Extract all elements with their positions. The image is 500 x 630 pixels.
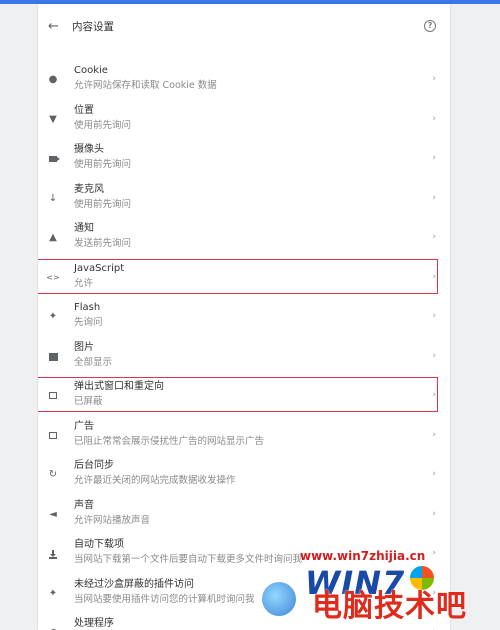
- chevron-right-icon: ›: [432, 429, 436, 440]
- cookie-icon: ●: [48, 74, 58, 85]
- chevron-right-icon: ›: [432, 153, 436, 163]
- settings-item-microphone[interactable]: ↓ 麦克风 使用前先询问 ›: [38, 179, 450, 219]
- settings-item-title: 自动下载项: [74, 539, 124, 550]
- puzzle-icon: ✦: [48, 311, 58, 322]
- chevron-right-icon: ›: [432, 390, 436, 400]
- settings-item-subtitle: 允许最近关闭的网站完成数据收发操作: [74, 475, 236, 486]
- settings-item-title: 麦克风: [74, 183, 104, 195]
- settings-item-javascript[interactable]: <> JavaScript 允许 ›: [38, 258, 450, 298]
- settings-item-title: 弹出式窗口和重定向: [74, 381, 164, 392]
- settings-item-subtitle: 使用前先询问: [74, 119, 132, 131]
- microphone-icon: ↓: [48, 192, 58, 204]
- chevron-right-icon: ›: [432, 469, 436, 479]
- settings-item-subtitle: 使用前先询问: [74, 159, 132, 170]
- chevron-right-icon: ›: [432, 113, 436, 124]
- settings-item-flash[interactable]: ✦ Flash 先询问 ›: [38, 297, 450, 337]
- settings-item-subtitle: 已阻止常常会展示侵扰性广告的网站显示广告: [74, 435, 265, 447]
- chevron-right-icon: ›: [432, 350, 436, 361]
- settings-item-subtitle: 当网站下载第一个文件后要自动下载更多文件时询问我: [74, 554, 303, 565]
- settings-item-title: 图片: [74, 341, 94, 353]
- settings-item-notifications[interactable]: ▲ 通知 发送前先询问 ›: [38, 218, 450, 258]
- chevron-right-icon: ›: [432, 192, 436, 203]
- arrow-left-icon[interactable]: ←: [48, 19, 59, 35]
- settings-item-title: 广告: [74, 420, 94, 432]
- chevron-right-icon: ›: [432, 232, 436, 242]
- settings-item-title: JavaScript: [74, 262, 125, 274]
- settings-item-title: 位置: [74, 104, 94, 116]
- ad-icon: [46, 429, 60, 443]
- settings-item-subtitle: 允许: [74, 277, 94, 289]
- code-icon: <>: [46, 272, 60, 282]
- settings-item-subtitle: 先询问: [74, 317, 103, 328]
- settings-item-subtitle: 允许网站保存和读取 Cookie 数据: [74, 80, 217, 91]
- windows-flag-icon: [410, 566, 434, 590]
- page-header: ← 内容设置 ?: [38, 4, 450, 48]
- bell-icon: ▲: [49, 232, 57, 243]
- handler-icon: [46, 626, 60, 630]
- chevron-right-icon: ›: [432, 508, 436, 519]
- settings-item-title: 未经过沙盒屏蔽的插件访问: [74, 578, 194, 590]
- location-icon: ▼: [49, 113, 57, 125]
- settings-item-title: 声音: [74, 499, 94, 511]
- watermark-url: www.win7zhijia.cn: [300, 549, 426, 563]
- settings-item-images[interactable]: 图片 全部显示 ›: [38, 337, 450, 377]
- image-icon: [46, 350, 60, 364]
- settings-item-background-sync[interactable]: ↻ 后台同步 允许最近关闭的网站完成数据收发操作 ›: [38, 455, 450, 495]
- open-in-new-icon: [46, 389, 60, 403]
- help-circle-icon[interactable]: ?: [424, 20, 436, 32]
- chevron-right-icon: ›: [432, 271, 436, 282]
- settings-item-title: 通知: [74, 223, 94, 234]
- settings-item-subtitle: 当网站要使用插件访问您的计算机时询问我: [74, 593, 255, 605]
- puzzle-icon: ✦: [48, 587, 58, 599]
- settings-item-location[interactable]: ▼ 位置 使用前先询问 ›: [38, 100, 450, 140]
- settings-item-ads[interactable]: 广告 已阻止常常会展示侵扰性广告的网站显示广告 ›: [38, 416, 450, 456]
- settings-item-subtitle: 允许网站播放声音: [74, 514, 151, 526]
- watermark-brand: 电脑技术吧: [312, 589, 467, 624]
- settings-item-popups[interactable]: 弹出式窗口和重定向 已屏蔽 ›: [38, 376, 450, 416]
- volume-icon: ◄: [49, 508, 57, 520]
- settings-item-sound[interactable]: ◄ 声音 允许网站播放声音 ›: [38, 495, 450, 535]
- settings-item-title: 处理程序: [74, 618, 114, 629]
- settings-item-camera[interactable]: 摄像头 使用前先询问 ›: [38, 139, 450, 179]
- chevron-right-icon: ›: [432, 548, 436, 558]
- settings-item-title: Cookie: [74, 65, 108, 76]
- settings-item-subtitle: 全部显示: [74, 356, 113, 368]
- sync-icon: ↻: [48, 469, 58, 480]
- settings-item-subtitle: 使用前先询问: [74, 198, 132, 210]
- camera-icon: [46, 152, 60, 166]
- settings-item-subtitle: 发送前先询问: [74, 238, 132, 249]
- watermark-disc-icon: [262, 582, 296, 616]
- chevron-right-icon: ›: [432, 626, 436, 630]
- settings-item-title: 摄像头: [74, 144, 104, 155]
- settings-list: ● Cookie 允许网站保存和读取 Cookie 数据 › ▼ 位置 使用前先…: [38, 60, 450, 630]
- settings-item-subtitle: 已屏蔽: [74, 396, 103, 407]
- settings-item-cookie[interactable]: ● Cookie 允许网站保存和读取 Cookie 数据 ›: [38, 60, 450, 100]
- page-title: 内容设置: [72, 21, 114, 33]
- chevron-right-icon: ›: [432, 311, 436, 321]
- settings-item-title: Flash: [74, 302, 101, 313]
- settings-item-title: 后台同步: [74, 460, 114, 471]
- download-icon: [46, 547, 60, 561]
- content-settings-panel: ← 内容设置 ? ● Cookie 允许网站保存和读取 Cookie 数据 › …: [38, 4, 450, 630]
- chevron-right-icon: ›: [432, 74, 436, 84]
